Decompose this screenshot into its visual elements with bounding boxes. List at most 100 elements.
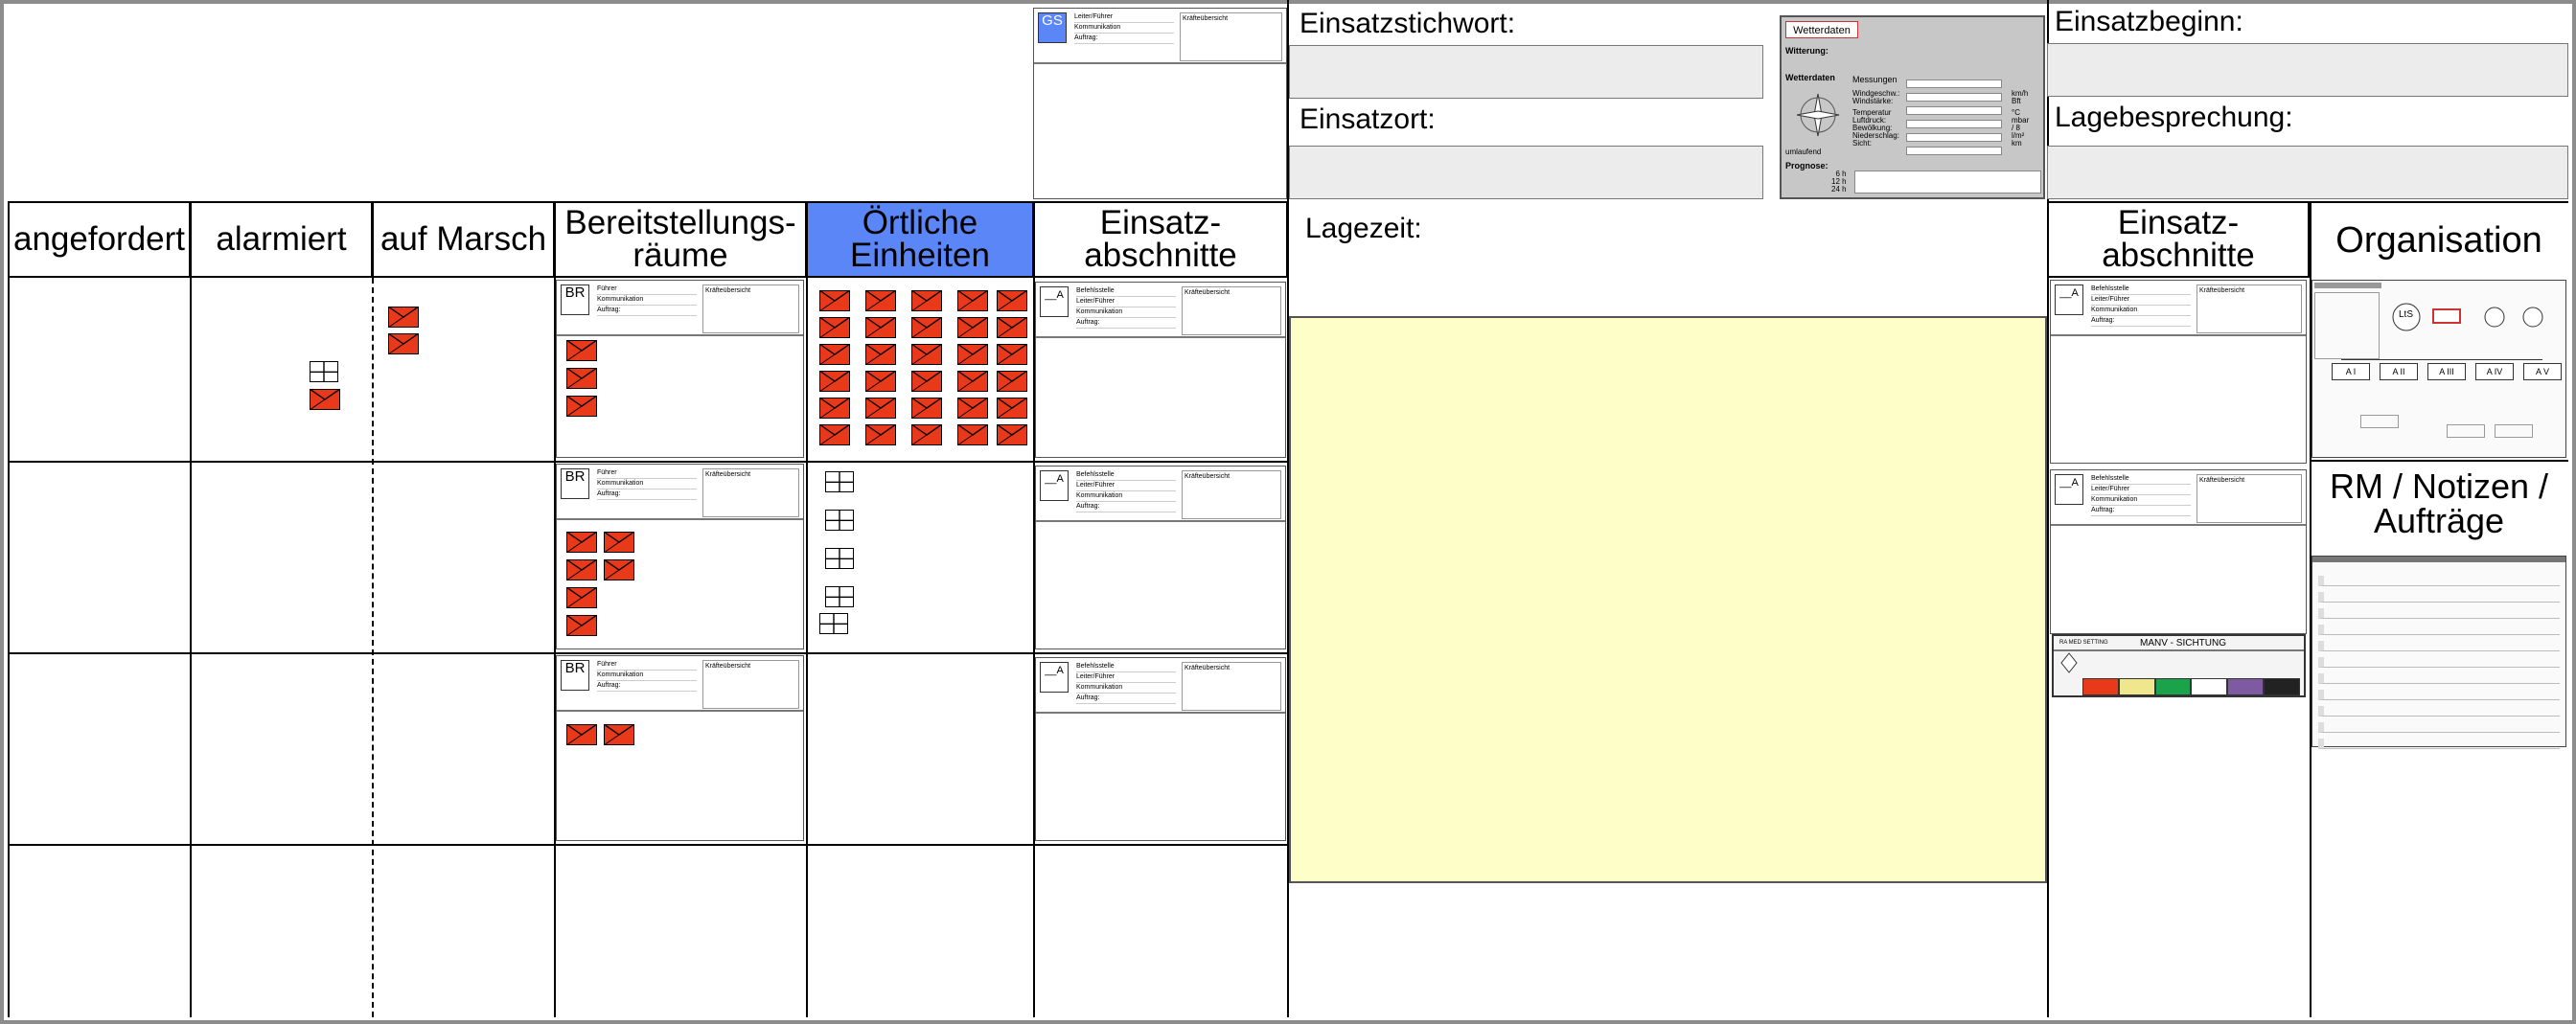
einsatzstichwort-field[interactable] [1289,45,1763,99]
unit-icon[interactable] [819,398,850,419]
weather-rows: Windgeschw.: Windstärke: Temperatur Luft… [1852,90,1899,148]
organisation-chart[interactable]: LtS A I A II A III A IV A V [2312,280,2566,458]
unit-icon[interactable] [957,371,988,392]
a-card-leiter: Leiter/Führer [1076,672,1176,683]
a-card-2[interactable]: __A Befehlsstelle Leiter/Führer Kommunik… [1035,466,1286,649]
a-card-kraefte: Kräfteübersicht [1182,662,1281,711]
gs-card[interactable]: GS Leiter/Führer Kommunikation Auftrag: … [1033,8,1287,199]
a-card-rows: Befehlsstelle Leiter/Führer Kommunikatio… [1076,662,1176,704]
empty-unit-icon[interactable] [819,613,848,634]
unit-icon[interactable] [566,396,597,417]
unit-icon[interactable] [957,290,988,311]
unit-icon[interactable] [911,371,942,392]
org-section-box: A V [2523,363,2562,380]
unit-icon[interactable] [865,371,896,392]
br-card-3[interactable]: BR Führer Kommunikation Auftrag: Kräfteü… [556,655,804,841]
grid-line [806,278,808,1017]
unit-icon[interactable] [566,559,597,580]
manv-card[interactable]: MANV - SICHTUNG RA MED SETTING [2052,634,2306,697]
weather-input-grid[interactable] [1906,75,2002,161]
a-card-right-2[interactable]: __A Befehlsstelle Leiter/Führer Kommunik… [2050,469,2307,634]
empty-unit-icon[interactable] [825,510,854,531]
org-sections: A I A II A III A IV A V [2332,363,2562,380]
a-tag: __A [1040,470,1069,501]
unit-icon[interactable] [911,398,942,419]
unit-icon[interactable] [566,340,597,361]
br-card-kommunikation: Kommunikation [597,479,697,489]
unit-icon[interactable] [604,724,634,745]
unit-icon[interactable] [865,398,896,419]
rm-notizen-list[interactable] [2312,556,2566,749]
org-section-box: A II [2380,363,2418,380]
unit-icon[interactable] [997,290,1027,311]
unit-icon[interactable] [310,389,340,410]
a-card-kraefte-label: Kräfteübersicht [1184,473,1230,480]
unit-icon[interactable] [997,398,1027,419]
manv-title: MANV - SICHTUNG [2140,638,2226,649]
unit-icon[interactable] [911,317,942,338]
empty-unit-icon[interactable] [825,586,854,607]
unit-icon[interactable] [957,424,988,445]
unit-icon[interactable] [819,371,850,392]
unit-icon[interactable] [566,587,597,608]
org-top-icons [2392,303,2543,331]
unit-icon[interactable] [604,532,634,553]
unit-km: km [2012,139,2022,148]
rm-list-row [2318,690,2560,700]
einsatzbeginn-field[interactable] [2047,43,2568,97]
a-card-right-1[interactable]: __A Befehlsstelle Leiter/Führer Kommunik… [2050,280,2307,464]
empty-unit-icon[interactable] [825,548,854,569]
a-card-befehlsstelle: Befehlsstelle [1076,662,1176,672]
unit-icon[interactable] [911,424,942,445]
column-header-angefordert-label: angefordert [12,220,186,258]
unit-icon[interactable] [957,317,988,338]
a-card-auftrag: Auftrag: [1076,694,1176,704]
lagebesprechung-field[interactable] [2047,146,2568,199]
unit-icon[interactable] [957,398,988,419]
einsatzort-field[interactable] [1289,146,1763,199]
unit-icon[interactable] [566,615,597,636]
row-divider [8,652,1288,654]
unit-icon[interactable] [819,424,850,445]
unit-icon[interactable] [997,424,1027,445]
unit-icon[interactable] [865,290,896,311]
weather-panel[interactable]: Wetterdaten Witterung: Wetterdaten Messu… [1780,15,2045,199]
unit-icon[interactable] [865,424,896,445]
prognose-field[interactable] [1854,171,2041,193]
unit-icon[interactable] [388,307,419,328]
unit-icon[interactable] [997,317,1027,338]
unit-icon[interactable] [911,290,942,311]
empty-unit-icon[interactable] [825,471,854,492]
unit-icon[interactable] [819,344,850,365]
unit-icon[interactable] [604,559,634,580]
a-card-leiter: Leiter/Führer [1076,481,1176,491]
column-header-oertliche-einheiten[interactable]: Örtliche Einheiten [806,201,1034,278]
unit-icon[interactable] [819,290,850,311]
unit-icon[interactable] [997,371,1027,392]
empty-unit-icon[interactable] [310,361,338,382]
unit-icon[interactable] [865,344,896,365]
unit-icon[interactable] [957,344,988,365]
a-card-1[interactable]: __A Befehlsstelle Leiter/Führer Kommunik… [1035,282,1286,458]
gs-card-kraefte: Kräfteübersicht [1180,12,1282,61]
br-card-rows: Führer Kommunikation Auftrag: [597,468,697,500]
unit-icon[interactable] [997,344,1027,365]
unit-icon[interactable] [566,724,597,745]
weather-tab[interactable]: Wetterdaten [1785,21,1858,38]
unit-icon[interactable] [388,333,419,354]
unit-icon[interactable] [865,317,896,338]
unit-icon[interactable] [819,317,850,338]
lagezeit-area[interactable] [1289,316,2047,883]
org-info-box [2314,292,2380,359]
a-card-3[interactable]: __A Befehlsstelle Leiter/Führer Kommunik… [1035,657,1286,841]
rm-list-row [2318,592,2560,603]
br-tag: BR [561,468,589,499]
manv-color-swatch [2264,678,2300,695]
a-card-kommunikation: Kommunikation [1076,307,1176,318]
unit-icon[interactable] [566,368,597,389]
a-card-rows: Befehlsstelle Leiter/Führer Kommunikatio… [2091,284,2191,327]
a-tag: __A [2055,284,2083,315]
unit-icon[interactable] [566,532,597,553]
card-divider [2051,334,2306,336]
unit-icon[interactable] [911,344,942,365]
